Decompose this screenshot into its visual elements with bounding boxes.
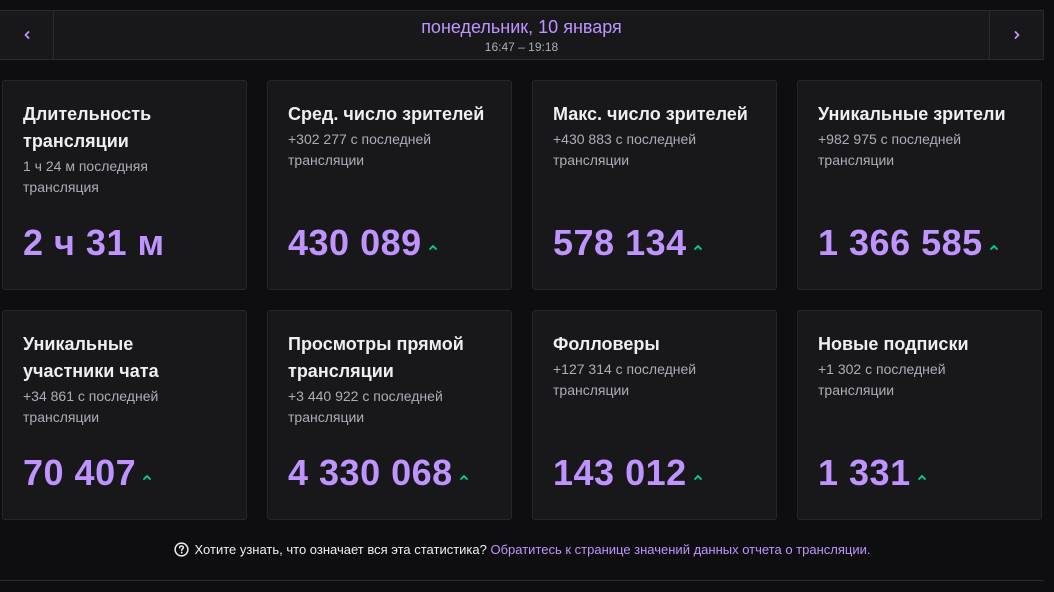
stat-comparison: +1 302 с последней трансляции (818, 361, 946, 398)
stat-title: Сред. число зрителей (288, 104, 485, 124)
stat-value-row: 4 330 068 (288, 451, 469, 495)
stat-value-row: 578 134 (553, 221, 703, 265)
stat-card: Фолловеры +127 314 с последней трансляции… (532, 310, 777, 520)
stat-value-row: 1 366 585 (818, 221, 999, 265)
help-circle-icon (173, 542, 189, 557)
stat-comparison: +982 975 с последней трансляции (818, 131, 962, 168)
date-navigator: понедельник, 10 января 16:47 – 19:18 (0, 10, 1044, 60)
stream-report-help-link[interactable]: Обратитесь к странице значений данных от… (491, 542, 871, 557)
stat-comparison: 1 ч 24 м последняя трансляция (23, 158, 148, 195)
divider (0, 580, 1044, 581)
stat-title: Фолловеры (553, 334, 660, 354)
stream-date-info: понедельник, 10 января 16:47 – 19:18 (54, 11, 989, 59)
stat-value: 4 330 068 (288, 452, 453, 493)
chevron-left-icon (24, 31, 29, 39)
trend-up-icon (917, 475, 926, 480)
stat-title: Просмотры прямой трансляции (288, 334, 464, 381)
stat-value: 70 407 (23, 452, 137, 493)
trend-up-icon (693, 475, 702, 480)
stat-value: 143 012 (553, 452, 687, 493)
stat-card: Уникальные зрители +982 975 с последней т… (797, 80, 1042, 290)
next-stream-button[interactable] (989, 11, 1043, 59)
stat-title: Длительность трансляции (23, 104, 152, 151)
trend-up-icon (428, 245, 437, 250)
stat-comparison: +302 277 с последней трансляции (288, 131, 432, 168)
stat-title: Макс. число зрителей (553, 104, 748, 124)
chevron-right-icon (1014, 31, 1019, 39)
stat-comparison: +430 883 с последней трансляции (553, 131, 697, 168)
stat-card: Сред. число зрителей +302 277 с последней… (267, 80, 512, 290)
stat-value-row: 143 012 (553, 451, 703, 495)
stat-card: Длительность трансляции 1 ч 24 м последня… (2, 80, 247, 290)
stat-value: 2 ч 31 м (23, 222, 165, 263)
stat-card: Новые подписки +1 302 с последней трансля… (797, 310, 1042, 520)
stat-value-row: 1 331 (818, 451, 927, 495)
help-question: Хотите узнать, что означает вся эта стат… (194, 542, 487, 557)
stat-value: 1 331 (818, 452, 911, 493)
trend-up-icon (989, 245, 998, 250)
stream-time-range: 16:47 – 19:18 (484, 39, 559, 54)
stats-grid: Длительность трансляции 1 ч 24 м последня… (2, 80, 1042, 520)
stat-comparison: +34 861 с последней трансляции (23, 388, 159, 425)
trend-up-icon (143, 475, 152, 480)
stat-value-row: 2 ч 31 м (23, 221, 165, 265)
stat-title: Новые подписки (818, 334, 969, 354)
stat-value: 1 366 585 (818, 222, 983, 263)
stat-value: 430 089 (288, 222, 422, 263)
stat-card: Макс. число зрителей +430 883 с последней… (532, 80, 777, 290)
trend-up-icon (459, 475, 468, 480)
stat-value: 578 134 (553, 222, 687, 263)
stat-title: Уникальные участники чата (23, 334, 159, 381)
stat-value-row: 430 089 (288, 221, 438, 265)
stat-value-row: 70 407 (23, 451, 152, 495)
stat-card: Просмотры прямой трансляции +3 440 922 с … (267, 310, 512, 520)
trend-up-icon (693, 245, 702, 250)
stat-card: Уникальные участники чата +34 861 с после… (2, 310, 247, 520)
stat-comparison: +127 314 с последней трансляции (553, 361, 697, 398)
help-footer: Хотите узнать, что означает вся эта стат… (0, 540, 1044, 560)
stat-title: Уникальные зрители (818, 104, 1006, 124)
previous-stream-button[interactable] (0, 11, 54, 59)
stat-comparison: +3 440 922 с последней трансляции (288, 388, 443, 425)
stream-date: понедельник, 10 января (421, 16, 622, 37)
